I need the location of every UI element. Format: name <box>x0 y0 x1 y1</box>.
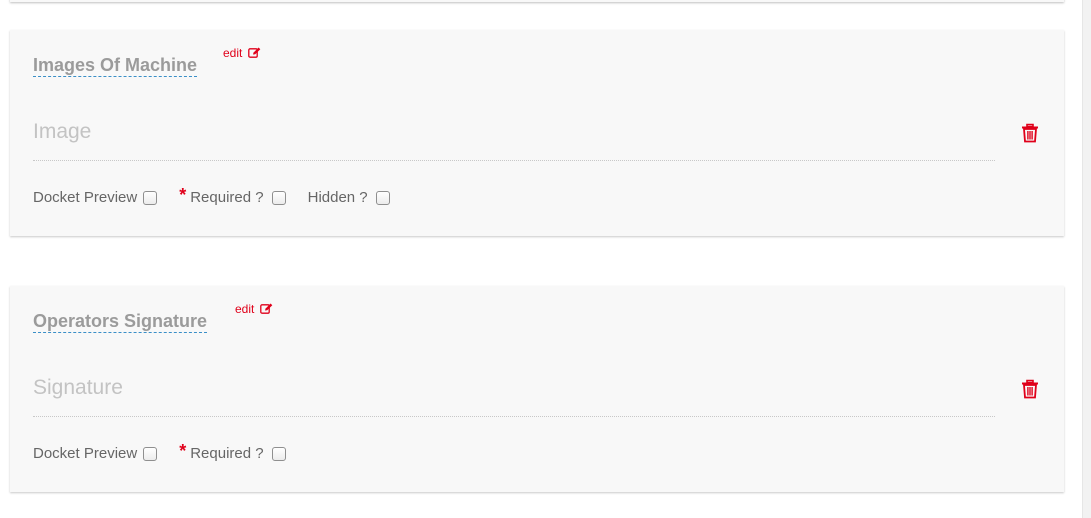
field-input-placeholder: Signature <box>33 374 995 417</box>
edit-icon <box>259 303 273 314</box>
hidden-label: Hidden ? <box>307 189 368 206</box>
placeholder-text: Signature <box>33 376 123 399</box>
trash-icon[interactable] <box>1021 123 1039 143</box>
edit-icon <box>247 47 261 58</box>
trash-icon[interactable] <box>1021 379 1039 399</box>
field-input-placeholder: Image <box>33 118 995 161</box>
required-checkbox[interactable] <box>271 190 286 205</box>
docket-preview-label: Docket Preview <box>33 445 138 462</box>
field-title[interactable]: Operators Signature <box>33 311 208 333</box>
required-checkbox[interactable] <box>271 446 286 461</box>
required-label: Required ? <box>190 445 264 462</box>
placeholder-text: Image <box>33 120 92 143</box>
previous-field-card <box>10 0 1064 2</box>
field-options-row: Docket Preview * Required ? <box>33 441 308 464</box>
scrollbar[interactable] <box>1082 0 1091 518</box>
edit-link[interactable]: edit <box>235 302 273 316</box>
docket-preview-checkbox[interactable] <box>143 446 158 461</box>
hidden-option: Hidden ? <box>308 189 390 206</box>
field-card-operators-signature: Operators Signature edit Signature Docke… <box>10 286 1064 492</box>
docket-preview-label: Docket Preview <box>33 189 138 206</box>
docket-preview-option: Docket Preview <box>33 445 158 462</box>
field-title-container: Operators Signature edit <box>33 302 273 333</box>
docket-preview-checkbox[interactable] <box>143 190 158 205</box>
field-title[interactable]: Images Of Machine <box>33 55 198 77</box>
field-card-images-of-machine: Images Of Machine edit Image Docket Prev… <box>10 30 1064 236</box>
field-title-container: Images Of Machine edit <box>33 46 261 77</box>
page: Images Of Machine edit Image Docket Prev… <box>0 0 1091 518</box>
edit-link[interactable]: edit <box>223 46 261 60</box>
edit-label: edit <box>223 46 243 60</box>
edit-label: edit <box>235 302 255 316</box>
required-star: * <box>179 441 187 461</box>
field-options-row: Docket Preview * Required ? Hidden ? <box>33 185 412 208</box>
required-option: * Required ? <box>179 185 286 208</box>
required-label: Required ? <box>190 189 264 206</box>
required-option: * Required ? <box>179 441 286 464</box>
hidden-checkbox[interactable] <box>375 190 390 205</box>
docket-preview-option: Docket Preview <box>33 189 158 206</box>
required-star: * <box>179 185 187 205</box>
